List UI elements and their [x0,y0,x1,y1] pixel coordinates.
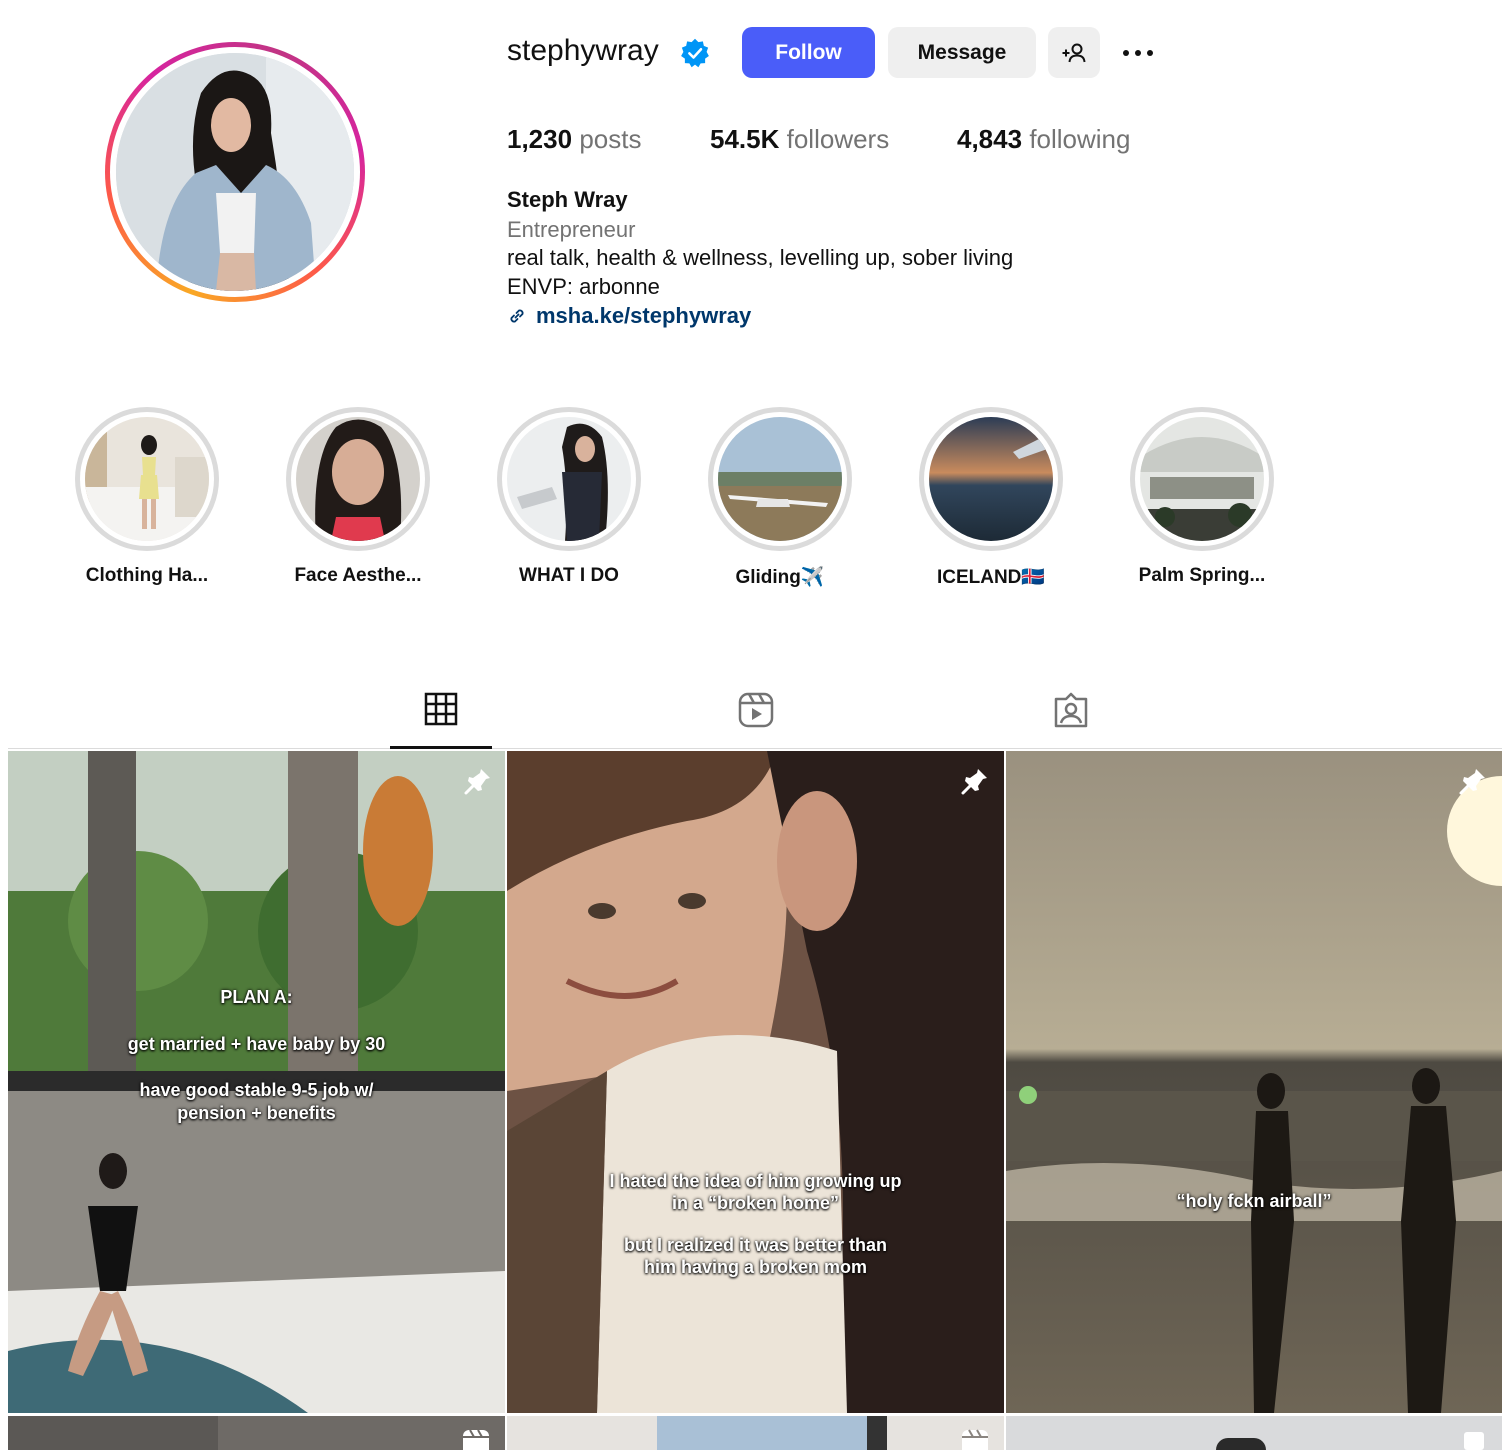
highlight-label: ICELAND🇮🇸 [936,567,1046,588]
category-label: Entrepreneur [507,217,636,242]
highlight-iceland[interactable]: ICELAND🇮🇸 [919,407,1063,589]
pinned-icon [1459,769,1485,795]
pinned-icon [961,769,987,795]
reel-icon [463,1429,489,1450]
avatar-gap [110,47,360,297]
highlight-what-i-do[interactable]: WHAT I DO [497,407,641,587]
post-overlay-text: get married + have baby by 30 [127,1034,386,1054]
highlight-cover [718,417,842,541]
bio-link-text[interactable]: msha.ke/stephywray [536,303,751,329]
following-count: 4,843 [957,124,1023,154]
bio-link[interactable]: msha.ke/stephywray [507,303,751,329]
post-overlay-text: but I realized it was better than [623,1235,888,1255]
highlight-palm-springs[interactable]: Palm Spring... [1130,407,1274,587]
post-overlay-text: him having a broken mom [643,1257,868,1277]
highlight-ring [1130,407,1274,551]
tagged-icon [1054,692,1088,728]
tab-tagged[interactable] [1020,692,1122,750]
bio-line: ENVP: arbonne [507,274,660,299]
post-image-detail [867,1416,887,1450]
profile-avatar[interactable] [105,42,365,302]
tab-posts[interactable] [390,692,492,750]
grid-icon [424,692,458,726]
highlight-label: Face Aesthe... [294,565,422,586]
highlight-cover [1140,417,1264,541]
highlight-cover [929,417,1053,541]
add-person-icon [1062,43,1086,62]
post-overlay-text: I hated the idea of him growing up [609,1171,902,1191]
post-overlay-text: in a “broken home” [671,1193,840,1213]
post-tile[interactable] [8,1416,505,1450]
post-tile[interactable]: I hated the idea of him growing up in a … [507,751,1004,1413]
highlight-ring [75,407,219,551]
highlight-cover [296,417,420,541]
highlight-ring [919,407,1063,551]
full-name: Steph Wray [507,187,628,212]
followers-count: 54.5K [710,124,780,154]
highlight-label: Palm Spring... [1138,565,1266,586]
more-options-button[interactable] [1115,36,1161,70]
post-tile[interactable]: PLAN A: get married + have baby by 30 ha… [8,751,505,1413]
post-image [657,1416,867,1450]
highlight-face-aesthetics[interactable]: Face Aesthe... [286,407,430,587]
following-label: following [1029,124,1131,154]
post-tile[interactable] [507,1416,1004,1450]
post-overlay-text: pension + benefits [177,1103,336,1123]
tab-reels[interactable] [705,692,807,750]
follow-button[interactable]: Follow [742,27,875,78]
more-dot [1147,50,1153,56]
highlight-ring [286,407,430,551]
highlight-label: Gliding✈️ [735,567,825,588]
username: stephywray [507,34,659,67]
posts-count: 1,230 [507,124,573,154]
reel-icon [962,1429,988,1450]
link-icon [510,309,524,323]
post-tile[interactable] [1006,1416,1502,1450]
highlight-clothing-haul[interactable]: Clothing Ha... [75,407,219,587]
posts-label: posts [579,124,642,154]
highlight-cover [85,417,209,541]
verified-badge-icon [681,38,709,68]
highlight-cover [507,417,631,541]
followers-label: followers [786,124,890,154]
suggested-users-button[interactable] [1048,27,1100,78]
multi-photo-icon [1464,1432,1484,1450]
following-stat[interactable]: 4,843 following [957,124,1130,155]
posts-stat: 1,230 posts [507,124,641,155]
highlight-ring [497,407,641,551]
more-dot [1135,50,1141,56]
highlight-ring [708,407,852,551]
highlight-label: WHAT I DO [519,565,619,586]
post-image [1216,1438,1266,1450]
more-dot [1123,50,1129,56]
highlight-label: Clothing Ha... [85,565,209,586]
post-tile[interactable]: “holy fckn airball” [1006,751,1502,1413]
highlight-gliding[interactable]: Gliding✈️ [708,407,852,589]
message-button[interactable]: Message [888,27,1036,78]
followers-stat[interactable]: 54.5K followers [710,124,889,155]
bio-line: real talk, health & wellness, levelling … [507,245,1014,270]
post-image [507,751,1004,1413]
post-image [8,1416,218,1450]
pinned-icon [464,769,490,795]
post-image [1006,751,1502,1413]
post-overlay-text: PLAN A: [220,987,293,1007]
reels-icon [738,692,774,728]
post-overlay-text: “holy fckn airball” [1176,1191,1332,1211]
post-overlay-text: have good stable 9-5 job w/ [139,1080,374,1100]
avatar-photo [116,53,354,291]
